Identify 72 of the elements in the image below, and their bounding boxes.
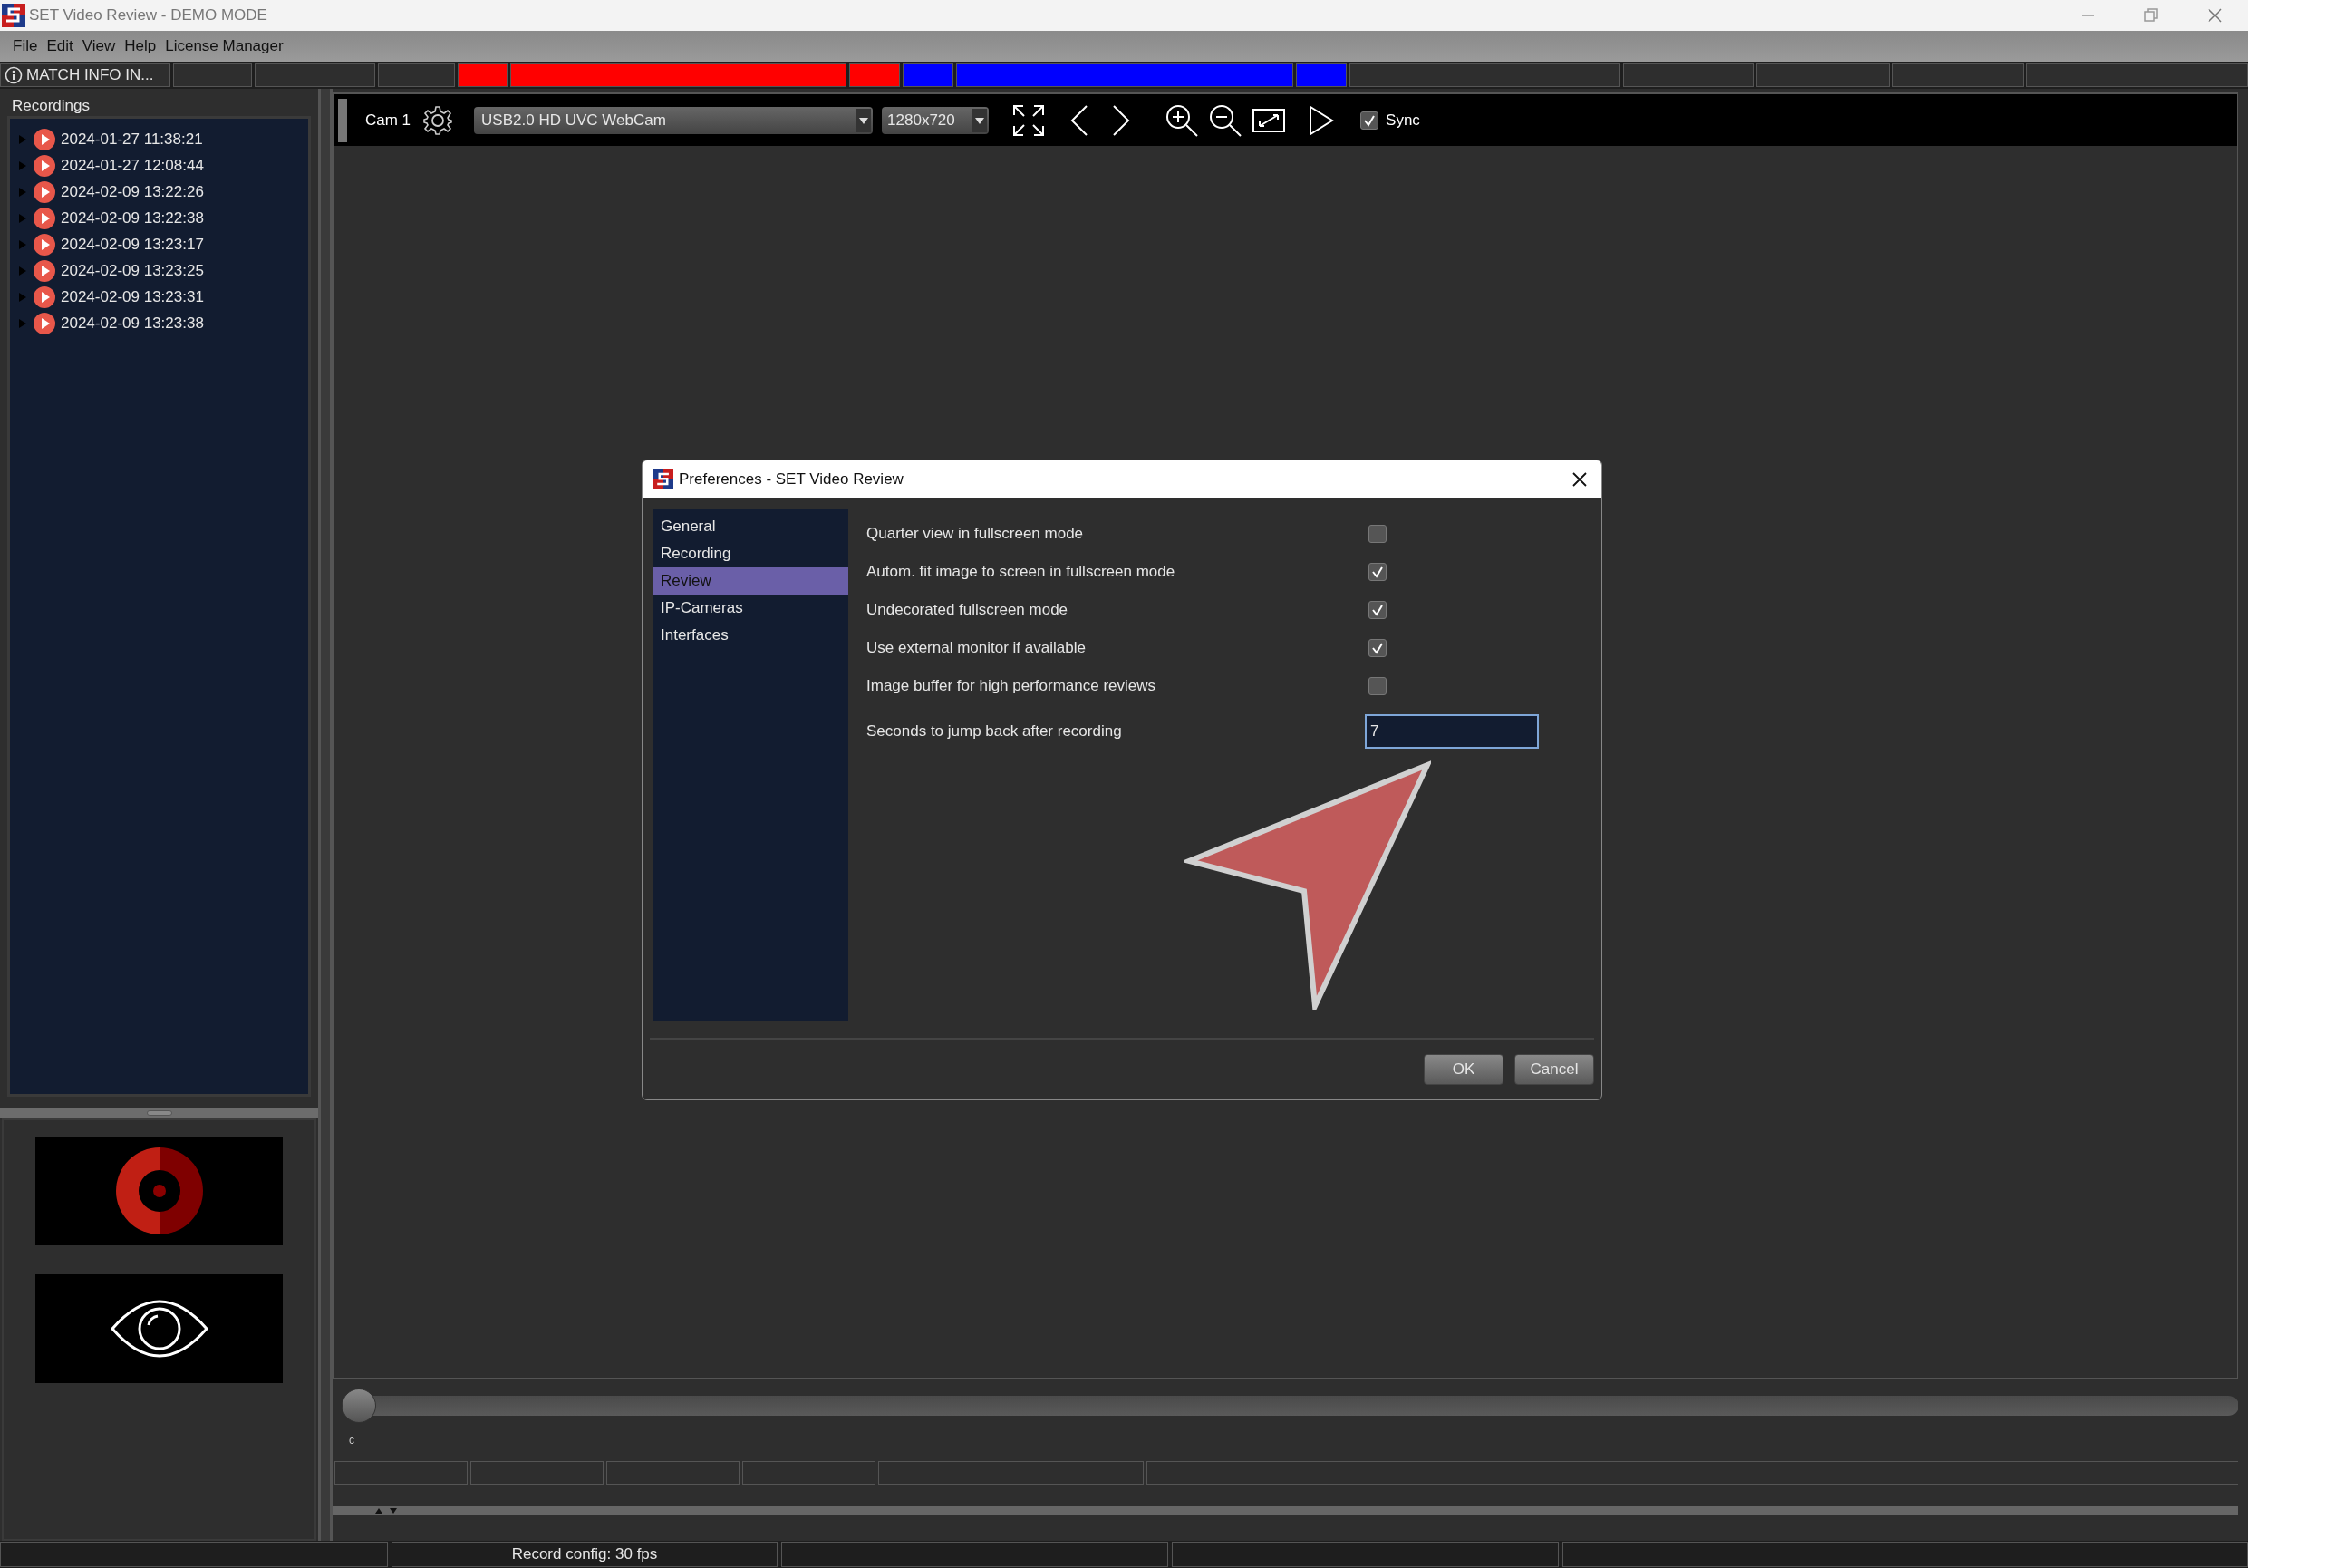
play-icon: [34, 259, 55, 282]
play-icon: [34, 128, 55, 150]
zoom-out-icon[interactable]: [1208, 102, 1243, 138]
nav-item[interactable]: Interfaces: [653, 622, 848, 649]
toolbar-grip[interactable]: [338, 98, 347, 142]
camera-label: Cam 1: [365, 110, 411, 131]
checkmark-icon: [1363, 113, 1377, 127]
window-title: SET Video Review - DEMO MODE: [29, 5, 267, 26]
session-entry[interactable]: 2024-02-09 13:23:17: [10, 231, 308, 257]
menu-item[interactable]: View: [82, 34, 116, 58]
session-entry[interactable]: 2024-02-09 13:22:26: [10, 179, 308, 205]
nav-item[interactable]: General: [653, 513, 848, 540]
session-entry[interactable]: 2024-01-27 12:08:44: [10, 152, 308, 179]
dropdown-caret-icon: [972, 108, 988, 132]
review-button[interactable]: [35, 1274, 283, 1383]
resolution-dropdown[interactable]: 1280x720: [882, 106, 990, 134]
session-entry[interactable]: 2024-02-09 13:22:38: [10, 205, 308, 231]
play-icon: [34, 233, 55, 256]
dialog-title: Preferences - SET Video Review: [679, 469, 904, 490]
record-button[interactable]: [35, 1137, 283, 1245]
checkmark-icon: [1371, 604, 1384, 616]
checkmark-icon: [1371, 566, 1384, 578]
play-icon: [34, 286, 55, 308]
timeline-handle[interactable]: [342, 1389, 376, 1423]
session-entry[interactable]: 2024-02-09 13:23:25: [10, 257, 308, 284]
menu-item[interactable]: Help: [124, 34, 157, 58]
setting-label: Use external monitor if available: [866, 638, 1087, 659]
play-icon[interactable]: [1308, 103, 1336, 137]
session-entry[interactable]: 2024-02-09 13:23:38: [10, 310, 308, 336]
setting-checkbox[interactable]: [1368, 639, 1387, 657]
settings-icon[interactable]: [421, 103, 455, 137]
dialog-button[interactable]: Cancel: [1514, 1054, 1594, 1085]
restore-icon[interactable]: [2142, 6, 2161, 24]
status-text: Record config: 30 fps: [511, 1544, 658, 1565]
splitter-handle[interactable]: [146, 1110, 172, 1116]
menu-item[interactable]: Edit: [46, 34, 73, 58]
menu-item[interactable]: File: [13, 34, 38, 58]
setting-label: Seconds to jump back after recording: [866, 721, 1123, 742]
nav-item[interactable]: IP-Cameras: [653, 595, 848, 622]
setting-label: Image buffer for high performance reviews: [866, 676, 1157, 697]
session-entry[interactable]: 2024-01-27 11:38:21: [10, 126, 308, 152]
play-icon: [34, 180, 55, 203]
play-icon: [34, 312, 55, 334]
dropdown-caret-icon: [856, 108, 872, 132]
setting-label: Quarter view in fullscreen mode: [866, 524, 1085, 545]
match-info-button[interactable]: MATCH INFO IN...: [0, 63, 170, 87]
play-icon: [34, 154, 55, 177]
zoom-in-icon[interactable]: [1165, 102, 1200, 138]
camera-source-dropdown[interactable]: USB2.0 HD UVC WebCam: [474, 106, 874, 134]
arrow-pointer-icon: [1184, 760, 1431, 1010]
number-input-field[interactable]: 7: [1365, 714, 1539, 749]
checkmark-icon: [1371, 642, 1384, 654]
dialog-button[interactable]: OK: [1424, 1054, 1503, 1085]
info-icon: [5, 66, 23, 84]
record-target-icon: [115, 1147, 203, 1234]
setting-checkbox[interactable]: [1368, 677, 1387, 695]
nav-item[interactable]: Recording: [653, 540, 848, 567]
setting-checkbox[interactable]: [1368, 601, 1387, 619]
setting-checkbox[interactable]: [1368, 525, 1387, 543]
session-entry[interactable]: 2024-02-09 13:23:31: [10, 284, 308, 310]
setting-label: Undecorated fullscreen mode: [866, 600, 1069, 621]
eye-icon: [110, 1300, 208, 1358]
setting-checkbox[interactable]: [1368, 563, 1387, 581]
recordings-heading: Recordings: [11, 96, 91, 116]
sync-checkbox[interactable]: [1360, 111, 1379, 130]
close-icon[interactable]: [1571, 470, 1589, 489]
timeline-tick-label: c: [349, 1433, 355, 1448]
play-icon: [34, 207, 55, 229]
sync-label: Sync: [1386, 110, 1420, 131]
app-logo-icon: [653, 469, 673, 489]
menu-item[interactable]: License Manager: [165, 34, 284, 58]
setting-label: Autom. fit image to screen in fullscreen mode: [866, 562, 1176, 583]
